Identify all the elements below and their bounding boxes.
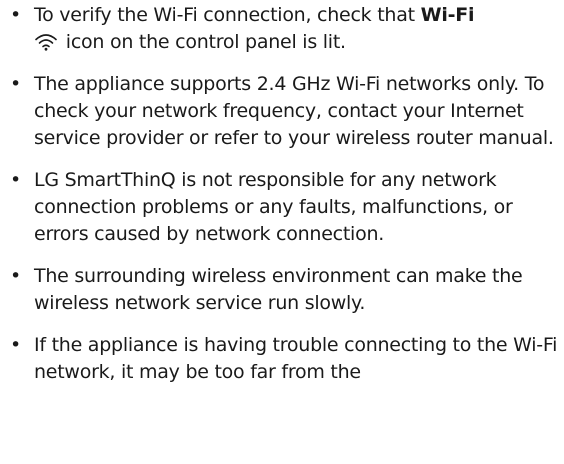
note-item-trouble-connecting: • If the appliance is having trouble con… xyxy=(0,332,564,386)
note-item-disclaimer: • LG SmartThinQ is not responsible for a… xyxy=(0,167,564,248)
note-item-wifi-verify: • To verify the Wi-Fi connection, check … xyxy=(0,2,564,56)
manual-page: • To verify the Wi-Fi connection, check … xyxy=(0,0,564,464)
bullet: • xyxy=(10,169,21,191)
note-text: LG SmartThinQ is not responsible for any… xyxy=(34,169,513,245)
note-item-frequency: • The appliance supports 2.4 GHz Wi-Fi n… xyxy=(0,71,564,152)
wifi-icon xyxy=(34,32,58,51)
note-text: The surrounding wireless environment can… xyxy=(34,265,523,314)
bullet: • xyxy=(10,334,21,356)
notes-list: • To verify the Wi-Fi connection, check … xyxy=(0,2,564,401)
note-text-after: icon on the control panel is lit. xyxy=(60,31,346,53)
note-text: The appliance supports 2.4 GHz Wi-Fi net… xyxy=(34,73,554,149)
bullet: • xyxy=(10,4,21,26)
wifi-bold-label: Wi-Fi xyxy=(420,4,475,26)
note-text: To verify the Wi-Fi connection, check th… xyxy=(34,4,474,53)
bullet: • xyxy=(10,265,21,287)
bullet: • xyxy=(10,73,21,95)
note-item-environment: • The surrounding wireless environment c… xyxy=(0,263,564,317)
note-text-before: To verify the Wi-Fi connection, check th… xyxy=(34,4,421,26)
note-text: If the appliance is having trouble conne… xyxy=(34,334,558,383)
